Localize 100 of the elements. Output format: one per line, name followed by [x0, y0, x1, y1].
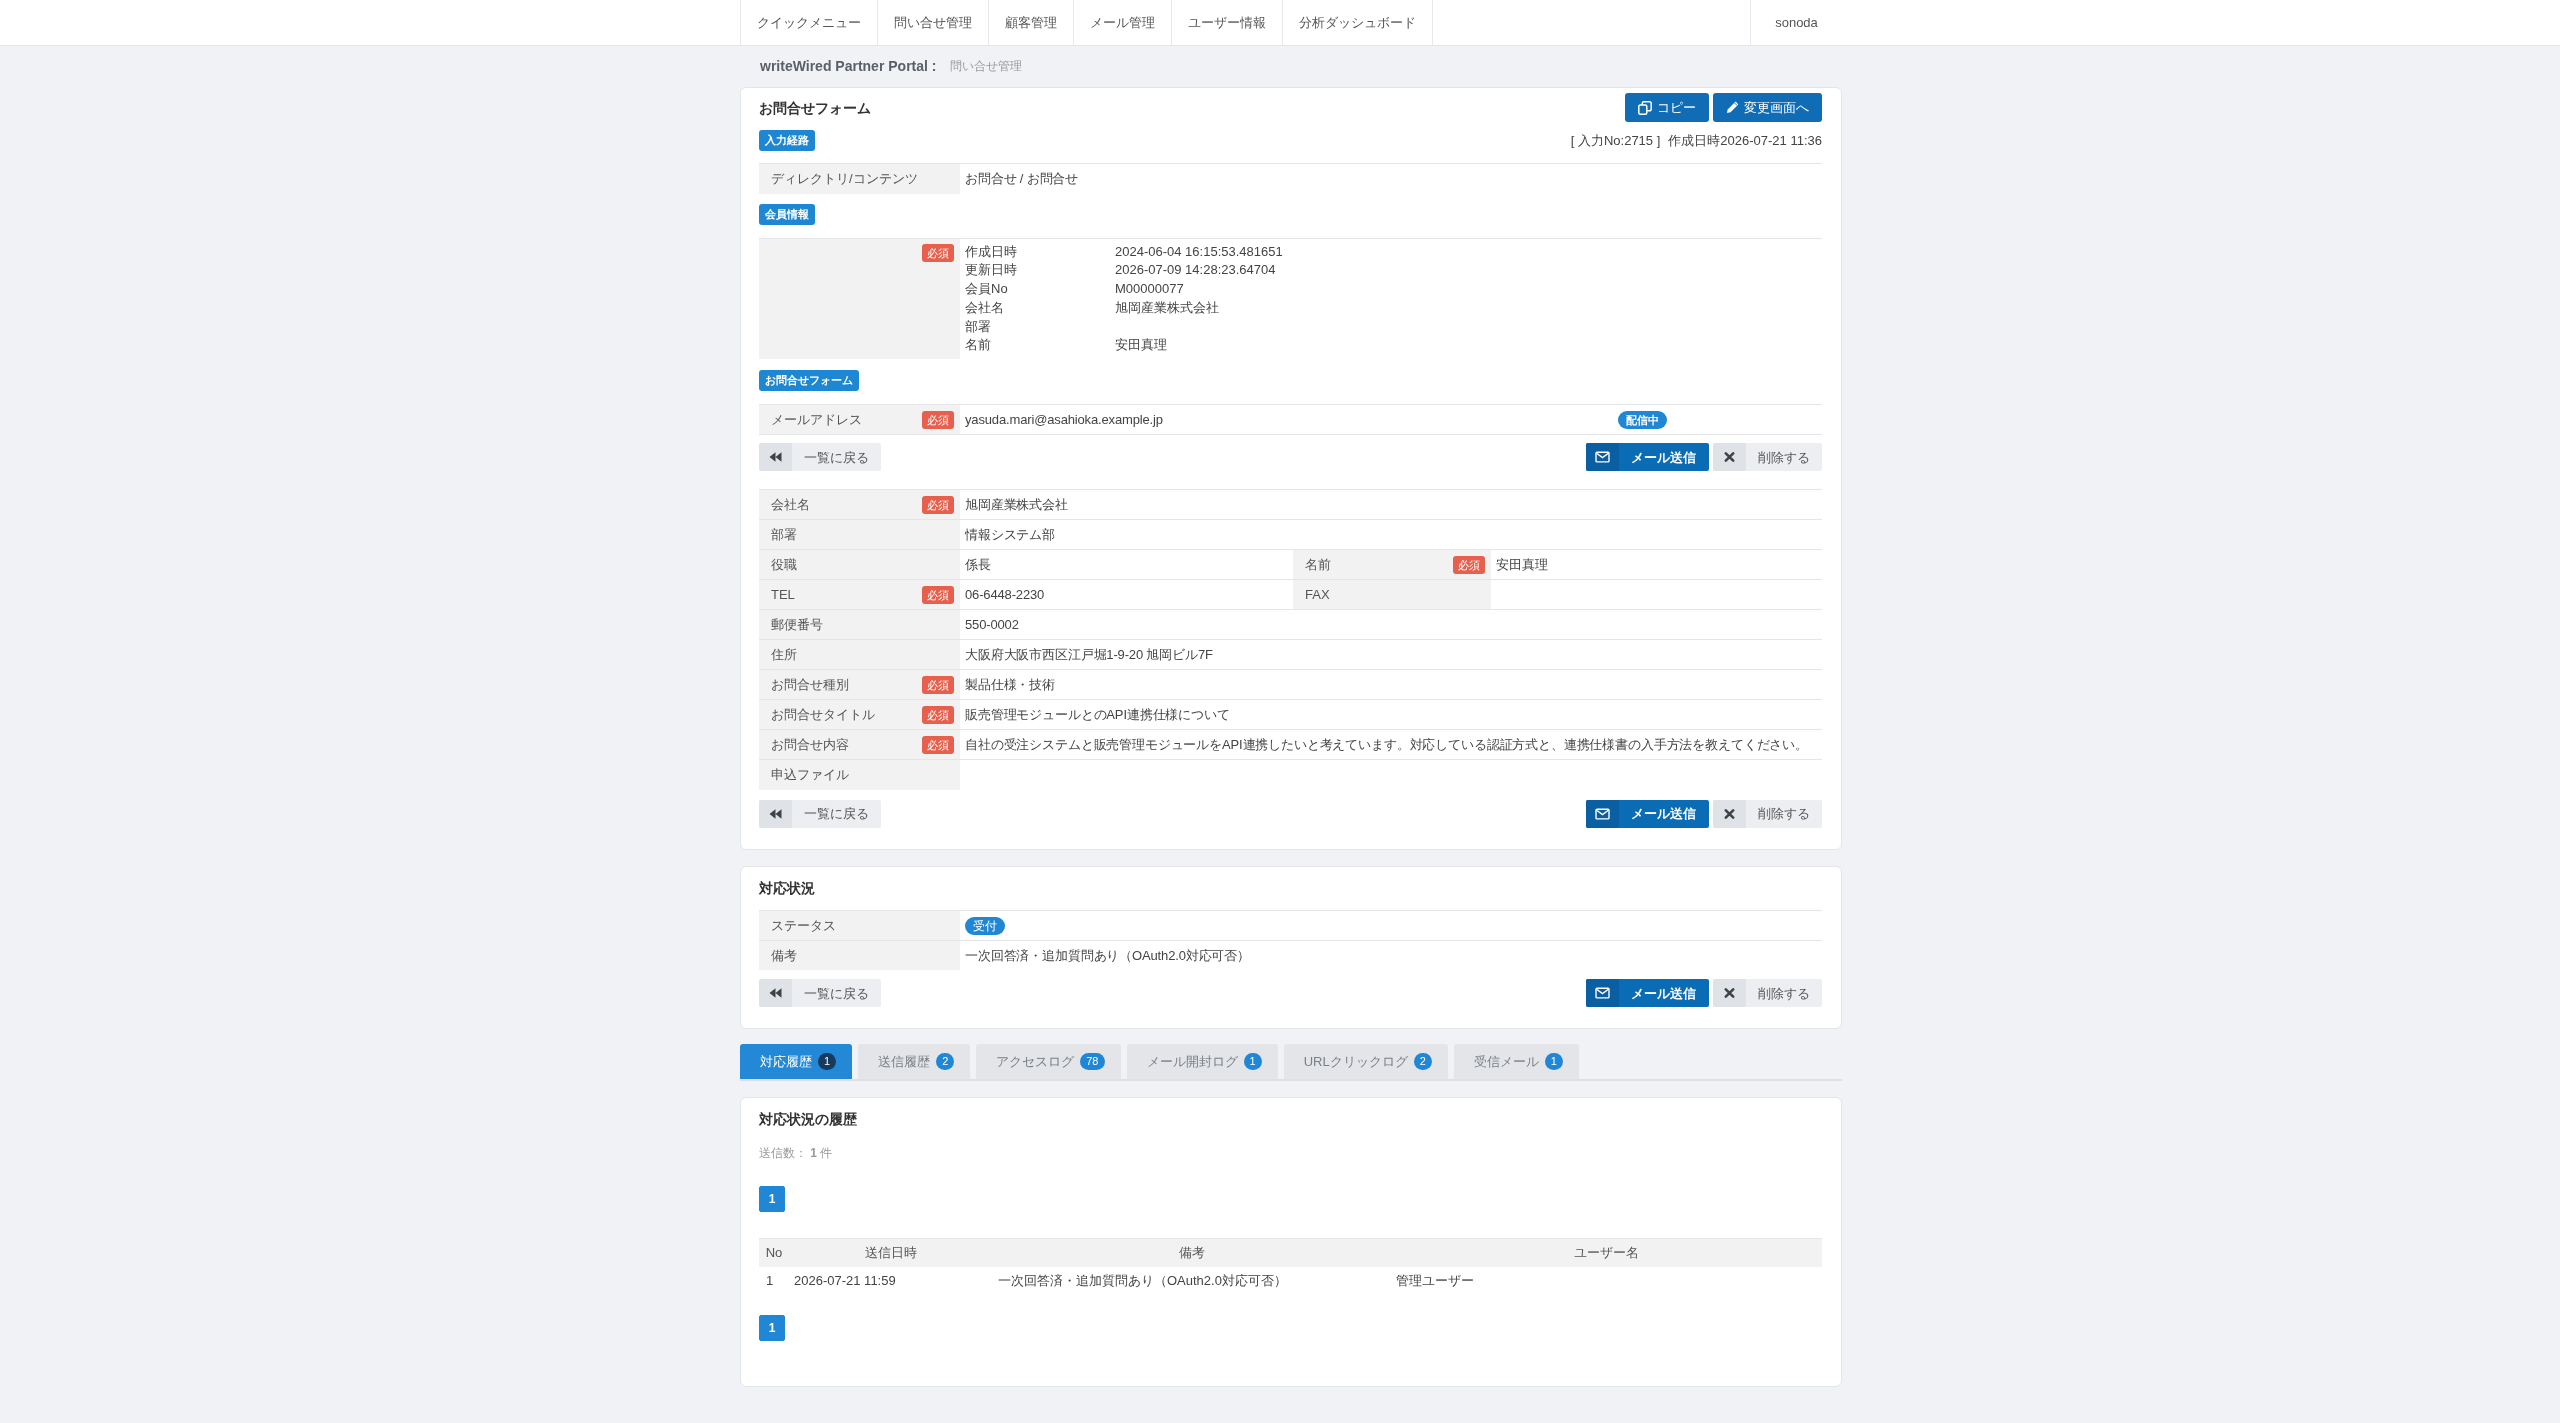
page-button[interactable]: 1 — [759, 1186, 785, 1213]
status-badge: 配信中 — [1618, 411, 1667, 430]
nav-menu-item[interactable]: クイックメニュー — [740, 0, 878, 45]
nav-menu-item[interactable]: メール管理 — [1074, 0, 1172, 45]
envelope-icon — [1586, 979, 1619, 1008]
field-label: お問合せタイトル — [771, 706, 875, 725]
section-title: お問合せフォーム — [759, 98, 871, 118]
tab[interactable]: アクセスログ 78 — [976, 1044, 1121, 1080]
user-menu[interactable]: sonoda — [1750, 0, 1842, 45]
field-value: 06-6448-2230 — [965, 587, 1045, 603]
breadcrumb-site: writeWired Partner Portal : — [760, 57, 937, 76]
count-badge: 78 — [1080, 1053, 1105, 1071]
field-label: FAX — [1305, 586, 1330, 605]
column-header: 送信日時 — [789, 1238, 993, 1267]
required-badge: 必須 — [922, 243, 954, 262]
send-count: 送信数： 1 件 — [759, 1145, 834, 1163]
field-value: 旭岡産業株式会社 — [1115, 298, 1220, 317]
copy-button[interactable]: コピー — [1625, 93, 1709, 122]
tab[interactable]: 対応履歴 1 — [740, 1044, 853, 1080]
page-button[interactable]: 1 — [759, 1314, 785, 1341]
field-value: 自社の受注システムと販売管理モジュールをAPI連携したいと考えています。対応している認証方式と、連携仕様書の入手方法を教えてください。 — [965, 737, 1808, 753]
field-label: 更新日時 — [965, 261, 1018, 280]
required-badge: 必須 — [922, 705, 954, 724]
field-label: メールアドレス — [771, 411, 862, 430]
field-value: 旭岡産業株式会社 — [965, 497, 1068, 513]
send-mail-button[interactable]: メール送信 — [1586, 799, 1709, 828]
section-tag: お問合せフォーム — [759, 370, 859, 392]
column-header: No — [759, 1238, 789, 1267]
table-cell: 2026-07-21 11:59 — [789, 1266, 993, 1295]
field-value: 2026-07-09 14:28:23.64704 — [1115, 261, 1277, 280]
field-label: 部署 — [771, 526, 797, 545]
cross-icon — [1713, 443, 1746, 472]
field-value: 550-0002 — [965, 617, 1019, 633]
field-value: 安田真理 — [1115, 336, 1168, 355]
field-value: M00000077 — [1115, 280, 1185, 299]
field-label: お問合せ内容 — [771, 736, 849, 755]
field-value: 大阪府大阪市西区江戸堀1-9-20 旭岡ビル7F — [965, 647, 1213, 663]
field-label: 住所 — [771, 646, 797, 665]
table-cell: 1 — [759, 1266, 789, 1295]
field-label: 申込ファイル — [771, 766, 849, 785]
field-label: 会社名 — [965, 298, 1005, 317]
section-tag: 入力経路 — [759, 130, 815, 151]
count-badge: 2 — [1413, 1053, 1432, 1071]
field-value: 情報システム部 — [965, 527, 1055, 543]
rewind-icon — [759, 979, 792, 1008]
section-tag: 会員情報 — [759, 203, 815, 225]
envelope-icon — [1586, 443, 1619, 472]
tab[interactable]: 受信メール 1 — [1453, 1044, 1579, 1080]
required-badge: 必須 — [922, 495, 954, 514]
column-header: ユーザー名 — [1391, 1238, 1822, 1267]
nav-menu-item[interactable]: 顧客管理 — [989, 0, 1074, 45]
send-mail-button[interactable]: メール送信 — [1586, 443, 1709, 472]
tab[interactable]: メール開封ログ 1 — [1126, 1044, 1278, 1080]
envelope-icon — [1586, 799, 1619, 828]
field-value: 2024-06-04 16:15:53.481651 — [1115, 242, 1284, 261]
status-badge: 受付 — [965, 916, 1005, 935]
count-badge: 1 — [818, 1053, 837, 1071]
field-label: 名前 — [1305, 556, 1331, 575]
rewind-icon — [759, 799, 792, 828]
field-label: お問合せ種別 — [771, 676, 849, 695]
edit-button[interactable]: 変更画面へ — [1713, 93, 1822, 122]
field-label: 名前 — [965, 336, 992, 355]
field-label: ステータス — [771, 916, 836, 935]
field-label: 備考 — [771, 946, 797, 965]
back-button[interactable]: 一覧に戻る — [759, 799, 881, 828]
count-badge: 1 — [1544, 1053, 1563, 1071]
field-value: 係長 — [965, 557, 991, 573]
send-mail-button[interactable]: メール送信 — [1586, 979, 1709, 1008]
field-label: 会員No — [965, 280, 1009, 299]
delete-button[interactable]: 削除する — [1713, 979, 1822, 1008]
field-label: 作成日時 — [965, 242, 1018, 261]
nav-menu-item[interactable]: 問い合せ管理 — [878, 0, 989, 45]
field-value: 製品仕様・技術 — [965, 677, 1055, 693]
required-badge: 必須 — [922, 410, 954, 429]
pencil-icon — [1726, 101, 1739, 114]
table-cell: 一次回答済・追加質問あり（OAuth2.0対応可否） — [993, 1266, 1391, 1295]
nav-menu-item[interactable]: ユーザー情報 — [1172, 0, 1283, 45]
section-title: 対応状況 — [759, 878, 816, 898]
section-title: 対応状況の履歴 — [759, 1110, 858, 1130]
created-date: 作成日時2026-07-21 11:36 — [1668, 131, 1822, 150]
field-label: 会社名 — [771, 496, 810, 515]
field-label: TEL — [771, 586, 795, 605]
tab[interactable]: 送信履歴 2 — [858, 1044, 971, 1080]
delete-button[interactable]: 削除する — [1713, 443, 1822, 472]
delete-button[interactable]: 削除する — [1713, 799, 1822, 828]
back-button[interactable]: 一覧に戻る — [759, 443, 881, 472]
field-value: お問合せ / お問合せ — [965, 171, 1079, 186]
cross-icon — [1713, 799, 1746, 828]
field-value: 販売管理モジュールとのAPI連携仕様について — [965, 707, 1230, 723]
required-badge: 必須 — [1453, 555, 1485, 574]
tab[interactable]: URLクリックログ 2 — [1283, 1044, 1448, 1080]
back-button[interactable]: 一覧に戻る — [759, 979, 881, 1008]
field-value: 安田真理 — [1496, 557, 1548, 573]
column-header: 備考 — [993, 1238, 1391, 1267]
field-label: 郵便番号 — [771, 616, 823, 635]
field-label: 部署 — [965, 317, 992, 336]
nav-menu-item[interactable]: 分析ダッシュボード — [1283, 0, 1433, 45]
count-badge: 1 — [1243, 1053, 1262, 1071]
required-badge: 必須 — [922, 585, 954, 604]
table-cell: 管理ユーザー — [1391, 1266, 1822, 1295]
